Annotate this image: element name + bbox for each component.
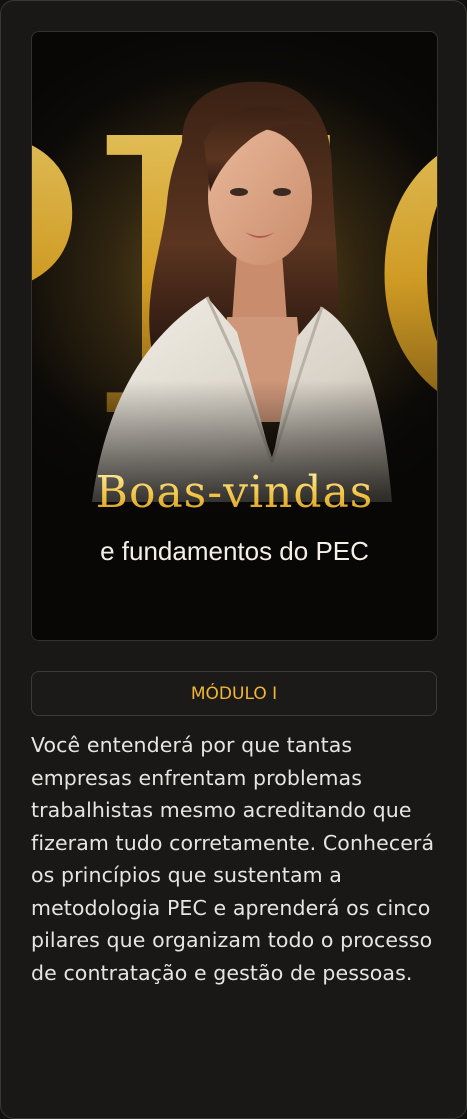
banner-subtitle: e fundamentos do PEC (100, 536, 369, 566)
module-description: Você entenderá por que tantas empresas e… (31, 733, 435, 985)
module-banner-image: PEC (31, 31, 438, 641)
module-label-badge: MÓDULO I (31, 671, 437, 716)
banner-title: Boas-vindas (32, 467, 437, 518)
module-card[interactable]: PEC (0, 0, 467, 1119)
module-label: MÓDULO I (190, 683, 278, 704)
